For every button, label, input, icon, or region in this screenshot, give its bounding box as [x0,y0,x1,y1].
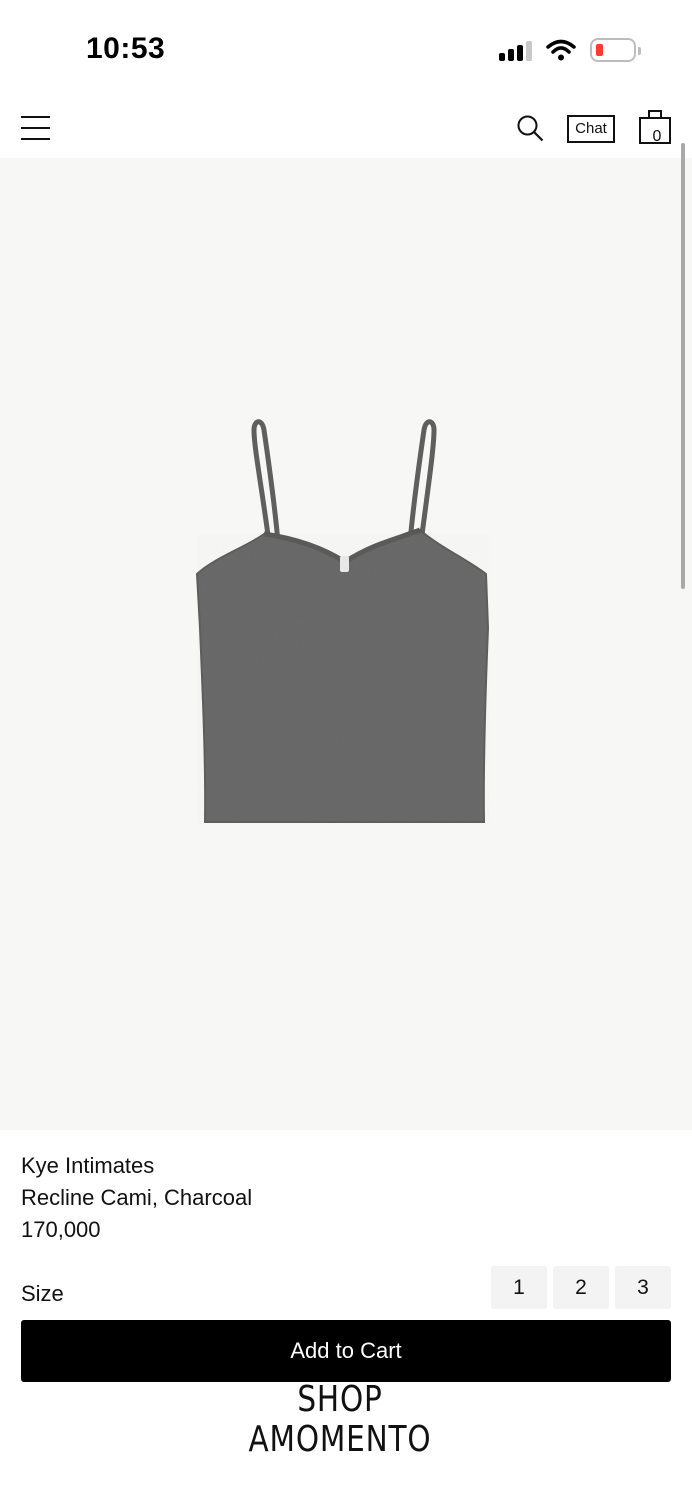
status-time: 10:53 [86,32,166,65]
cart-count: 0 [652,128,662,145]
camisole-image [195,419,490,824]
wifi-icon [546,39,576,61]
product-name: Recline Cami, Charcoal [21,1185,253,1210]
product-brand: Kye Intimates [21,1153,155,1178]
logo-line-2: AMOMENTO [248,1419,432,1460]
scrollbar[interactable] [681,143,685,589]
product-info: Kye Intimates Recline Cami, Charcoal 170… [21,1150,252,1246]
cart-button[interactable]: 0 [639,110,671,145]
search-icon[interactable] [516,114,544,142]
size-option-3[interactable]: 3 [615,1266,671,1309]
status-bar: 10:53 [0,0,692,100]
chat-button[interactable]: Chat [567,115,615,143]
shop-logo[interactable]: SHOP AMOMENTO [61,1380,619,1460]
product-price: 170,000 [21,1217,101,1242]
logo-line-1: SHOP [297,1379,383,1420]
product-image[interactable] [0,158,692,1130]
battery-level [596,44,603,56]
battery-icon [590,38,641,62]
add-to-cart-button[interactable]: Add to Cart [21,1320,671,1382]
site-header: Chat 0 [0,100,692,158]
size-option-2[interactable]: 2 [553,1266,609,1309]
size-options: 1 2 3 [491,1266,671,1309]
status-icons [499,38,641,62]
cellular-signal-icon [499,39,532,61]
hamburger-menu-icon[interactable] [21,114,50,140]
size-label: Size [21,1281,64,1306]
size-option-1[interactable]: 1 [491,1266,547,1309]
